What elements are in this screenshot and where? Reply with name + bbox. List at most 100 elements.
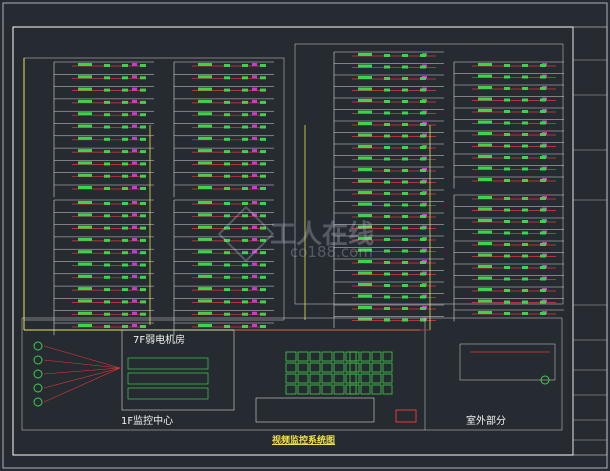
- camera-symbol: [540, 197, 546, 200]
- camera-symbol: [358, 145, 372, 148]
- camera-symbol: [78, 112, 92, 116]
- camera-symbol: [242, 202, 248, 205]
- camera-symbol: [224, 174, 230, 178]
- camera-symbol: [140, 162, 146, 166]
- camera-symbol: [358, 99, 372, 102]
- junction-symbol: [252, 324, 257, 327]
- camera-symbol: [384, 100, 390, 103]
- camera-symbol: [522, 266, 528, 269]
- camera-symbol: [522, 64, 528, 67]
- camera-symbol: [78, 324, 92, 327]
- camera-symbol: [198, 262, 212, 266]
- camera-symbol: [122, 113, 128, 117]
- camera-symbol: [140, 150, 146, 154]
- camera-symbol: [478, 178, 492, 181]
- camera-symbol: [522, 98, 528, 102]
- camera-symbol: [358, 156, 372, 160]
- camera-symbol: [384, 65, 390, 69]
- camera-symbol: [198, 299, 212, 303]
- camera-symbol: [540, 300, 546, 304]
- weak-room-label: 7F弱电机房: [133, 335, 186, 346]
- junction-symbol: [132, 173, 137, 177]
- camera-symbol: [504, 300, 510, 304]
- camera-symbol: [140, 125, 146, 129]
- camera-symbol: [402, 238, 408, 241]
- junction-symbol: [252, 311, 257, 315]
- camera-symbol: [198, 99, 212, 103]
- camera-symbol: [122, 312, 128, 316]
- camera-symbol: [358, 133, 372, 137]
- camera-symbol: [384, 203, 390, 207]
- camera-symbol: [224, 187, 230, 190]
- camera-symbol: [384, 226, 390, 230]
- junction-symbol: [252, 161, 257, 165]
- camera-symbol: [260, 100, 266, 104]
- camera-symbol: [122, 300, 128, 304]
- camera-symbol: [420, 146, 426, 149]
- junction-symbol: [132, 63, 137, 66]
- camera-symbol: [504, 254, 510, 258]
- camera-symbol: [478, 219, 492, 222]
- camera-symbol: [384, 146, 390, 149]
- camera-symbol: [384, 318, 390, 322]
- camera-symbol: [122, 125, 128, 129]
- camera-symbol: [504, 87, 510, 90]
- camera-symbol: [140, 300, 146, 304]
- camera-symbol: [384, 261, 390, 264]
- camera-symbol: [260, 150, 266, 154]
- camera-symbol: [198, 324, 212, 327]
- camera-symbol: [504, 64, 510, 67]
- camera-symbol: [478, 207, 492, 211]
- camera-symbol: [104, 113, 110, 117]
- camera-symbol: [384, 238, 390, 241]
- camera-symbol: [140, 263, 146, 267]
- camera-symbol: [540, 312, 546, 315]
- camera-symbol: [104, 187, 110, 190]
- camera-symbol: [522, 231, 528, 235]
- camera-symbol: [242, 187, 248, 190]
- camera-symbol: [384, 54, 390, 57]
- camera-symbol: [358, 179, 372, 183]
- junction-symbol: [132, 250, 137, 254]
- camera-symbol: [358, 306, 372, 309]
- camera-symbol: [224, 263, 230, 267]
- camera-symbol: [122, 150, 128, 154]
- camera-symbol: [522, 121, 528, 125]
- camera-symbol: [104, 64, 110, 67]
- camera-symbol: [402, 203, 408, 207]
- junction-symbol: [252, 124, 257, 128]
- camera-symbol: [78, 63, 92, 66]
- camera-symbol: [478, 253, 492, 257]
- camera-symbol: [540, 156, 546, 159]
- camera-symbol: [420, 284, 426, 287]
- camera-symbol: [402, 169, 408, 172]
- camera-symbol: [540, 179, 546, 182]
- camera-symbol: [78, 186, 92, 189]
- camera-symbol: [78, 213, 92, 217]
- camera-symbol: [504, 144, 510, 148]
- camera-symbol: [140, 251, 146, 255]
- camera-symbol: [78, 75, 92, 79]
- junction-symbol: [132, 75, 137, 79]
- camera-symbol: [420, 238, 426, 241]
- junction-symbol: [252, 99, 257, 103]
- camera-symbol: [224, 113, 230, 117]
- camera-symbol: [198, 87, 212, 91]
- camera-symbol: [420, 54, 426, 57]
- camera-symbol: [78, 262, 92, 266]
- camera-symbol: [504, 133, 510, 136]
- camera-symbol: [224, 214, 230, 218]
- camera-symbol: [478, 196, 492, 199]
- junction-symbol: [132, 124, 137, 128]
- camera-symbol: [540, 133, 546, 136]
- camera-symbol: [78, 237, 92, 241]
- camera-symbol: [478, 311, 492, 314]
- camera-symbol: [358, 271, 372, 275]
- junction-symbol: [252, 136, 257, 140]
- junction-symbol: [252, 173, 257, 177]
- camera-symbol: [260, 263, 266, 267]
- camera-symbol: [198, 186, 212, 189]
- camera-symbol: [242, 64, 248, 67]
- camera-symbol: [478, 299, 492, 303]
- camera-symbol: [504, 167, 510, 171]
